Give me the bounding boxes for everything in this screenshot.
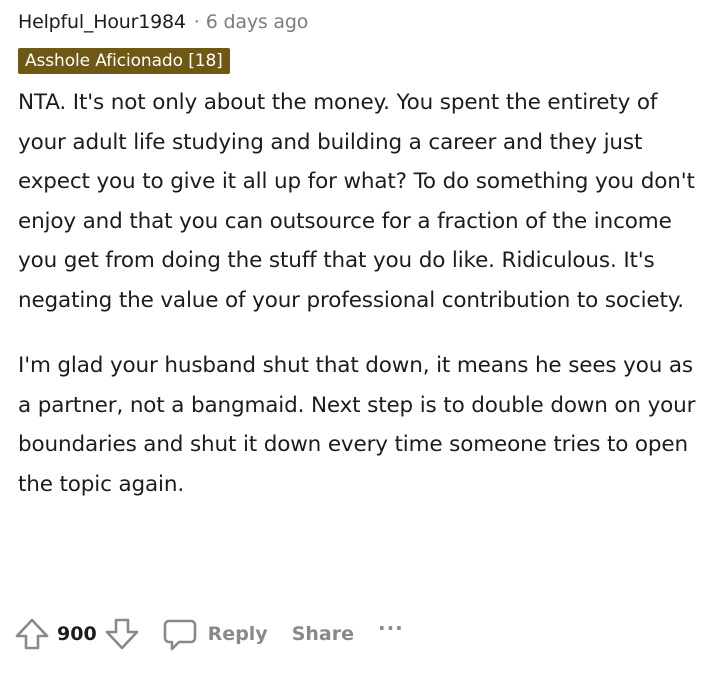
reply-button-label: Reply xyxy=(207,623,268,645)
share-button[interactable]: Share xyxy=(292,623,354,645)
user-flair: Asshole Aficionado [18] xyxy=(18,48,230,74)
comment-paragraph: NTA. It's not only about the money. You … xyxy=(18,90,695,313)
vote-count: 900 xyxy=(57,623,97,645)
comment-body: NTA. It's not only about the money. You … xyxy=(18,83,707,504)
downvote-arrow-icon[interactable] xyxy=(104,616,140,652)
author-username[interactable]: Helpful_Hour1984 xyxy=(18,6,186,38)
reply-button[interactable]: Reply xyxy=(162,616,268,652)
comment-paragraph: I'm glad your husband shut that down, it… xyxy=(18,353,696,497)
comment-action-bar: 900 Reply Share ··· xyxy=(14,614,404,654)
comment-meta: Helpful_Hour1984 · 6 days ago xyxy=(18,6,698,38)
meta-separator: · xyxy=(193,11,200,33)
upvote-arrow-icon[interactable] xyxy=(14,616,50,652)
comment-timestamp[interactable]: 6 days ago xyxy=(206,6,309,38)
more-options-button[interactable]: ··· xyxy=(378,616,404,640)
comment-bubble-icon xyxy=(162,616,198,652)
comment: Helpful_Hour1984 · 6 days ago Asshole Af… xyxy=(18,6,698,504)
